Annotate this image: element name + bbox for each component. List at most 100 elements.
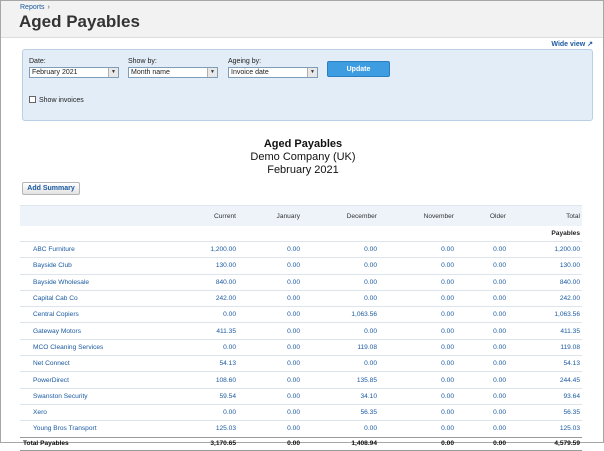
- date-select[interactable]: February 2021 ▼: [29, 67, 119, 78]
- total-cell[interactable]: 411.35: [508, 322, 582, 340]
- november-cell[interactable]: 0.00: [379, 338, 456, 356]
- table-row: Bayside Club 130.00 0.00 0.00 0.00 0.00 130.00: [20, 257, 582, 275]
- contact-name-cell[interactable]: Net Connect: [20, 355, 168, 372]
- december-cell[interactable]: 1,063.56: [302, 306, 379, 323]
- total-cell[interactable]: 54.13: [508, 355, 582, 372]
- total-cell[interactable]: 93.64: [508, 387, 582, 405]
- total-cell[interactable]: 1,200.00: [508, 240, 582, 258]
- november-cell[interactable]: 0.00: [379, 403, 456, 421]
- january-cell[interactable]: 0.00: [238, 420, 302, 438]
- current-cell[interactable]: 1,200.00: [168, 240, 238, 258]
- total-cell[interactable]: 125.03: [508, 420, 582, 438]
- contact-name-cell[interactable]: Xero: [20, 403, 168, 421]
- contact-name-cell[interactable]: ABC Furniture: [20, 240, 168, 258]
- december-cell[interactable]: 0.00: [302, 289, 379, 307]
- column-header-december: December: [302, 205, 379, 226]
- show-invoices-option[interactable]: Show invoices: [29, 96, 84, 104]
- january-cell[interactable]: 0.00: [238, 306, 302, 323]
- column-header-total: Total: [508, 205, 582, 226]
- total-cell[interactable]: 119.08: [508, 338, 582, 356]
- current-cell[interactable]: 125.03: [168, 420, 238, 438]
- contact-name-cell[interactable]: Gateway Motors: [20, 322, 168, 340]
- november-cell[interactable]: 0.00: [379, 240, 456, 258]
- january-cell[interactable]: 0.00: [238, 322, 302, 340]
- contact-name-cell[interactable]: Central Copiers: [20, 306, 168, 323]
- current-cell[interactable]: 0.00: [168, 403, 238, 421]
- december-cell[interactable]: 0.00: [302, 420, 379, 438]
- total-cell[interactable]: 1,063.56: [508, 306, 582, 323]
- current-cell[interactable]: 242.00: [168, 289, 238, 307]
- total-cell[interactable]: 56.35: [508, 403, 582, 421]
- december-cell[interactable]: 119.08: [302, 338, 379, 356]
- december-cell[interactable]: 56.35: [302, 403, 379, 421]
- older-cell[interactable]: 0.00: [456, 306, 508, 323]
- january-cell[interactable]: 0.00: [238, 289, 302, 307]
- january-cell[interactable]: 0.00: [238, 240, 302, 258]
- current-cell[interactable]: 0.00: [168, 338, 238, 356]
- show-by-select[interactable]: Month name ▼: [128, 67, 218, 78]
- update-button[interactable]: Update: [327, 61, 390, 77]
- december-cell[interactable]: 0.00: [302, 322, 379, 340]
- contact-name-cell[interactable]: MCO Cleaning Services: [20, 338, 168, 356]
- november-cell[interactable]: 0.00: [379, 257, 456, 275]
- december-cell[interactable]: 0.00: [302, 257, 379, 275]
- current-cell[interactable]: 54.13: [168, 355, 238, 372]
- show-invoices-checkbox[interactable]: [29, 96, 36, 103]
- older-cell[interactable]: 0.00: [456, 257, 508, 275]
- column-header-november: November: [379, 205, 456, 226]
- december-cell[interactable]: 135.85: [302, 371, 379, 389]
- total-cell[interactable]: 244.45: [508, 371, 582, 389]
- contact-name-cell[interactable]: Swanston Security: [20, 387, 168, 405]
- january-cell[interactable]: 0.00: [238, 273, 302, 291]
- older-cell[interactable]: 0.00: [456, 371, 508, 389]
- current-cell[interactable]: 59.54: [168, 387, 238, 405]
- contact-name-cell[interactable]: Bayside Wholesale: [20, 273, 168, 291]
- older-cell[interactable]: 0.00: [456, 289, 508, 307]
- total-cell[interactable]: 242.00: [508, 289, 582, 307]
- contact-name-cell[interactable]: Capital Cab Co: [20, 289, 168, 307]
- current-cell[interactable]: 0.00: [168, 306, 238, 323]
- december-cell[interactable]: 0.00: [302, 240, 379, 258]
- older-cell[interactable]: 0.00: [456, 387, 508, 405]
- add-summary-button[interactable]: Add Summary: [22, 182, 80, 195]
- older-cell[interactable]: 0.00: [456, 403, 508, 421]
- older-cell[interactable]: 0.00: [456, 322, 508, 340]
- ageing-by-select[interactable]: Invoice date ▼: [228, 67, 318, 78]
- january-cell[interactable]: 0.00: [238, 371, 302, 389]
- january-cell[interactable]: 0.00: [238, 403, 302, 421]
- november-cell[interactable]: 0.00: [379, 387, 456, 405]
- november-cell[interactable]: 0.00: [379, 306, 456, 323]
- wide-view-link[interactable]: Wide view ↗: [551, 40, 593, 48]
- november-cell[interactable]: 0.00: [379, 273, 456, 291]
- current-cell[interactable]: 108.60: [168, 371, 238, 389]
- december-cell[interactable]: 34.10: [302, 387, 379, 405]
- contact-name-cell[interactable]: PowerDirect: [20, 371, 168, 389]
- current-cell[interactable]: 411.35: [168, 322, 238, 340]
- table-row: ABC Furniture 1,200.00 0.00 0.00 0.00 0.00 1,2…: [20, 240, 582, 258]
- december-cell[interactable]: 0.00: [302, 273, 379, 291]
- january-cell[interactable]: 0.00: [238, 338, 302, 356]
- total-cell[interactable]: 130.00: [508, 257, 582, 275]
- current-cell[interactable]: 840.00: [168, 273, 238, 291]
- total-current-cell: 3,170.65: [168, 436, 238, 451]
- older-cell[interactable]: 0.00: [456, 355, 508, 372]
- january-cell[interactable]: 0.00: [238, 387, 302, 405]
- current-cell[interactable]: 130.00: [168, 257, 238, 275]
- november-cell[interactable]: 0.00: [379, 420, 456, 438]
- january-cell[interactable]: 0.00: [238, 257, 302, 275]
- total-cell[interactable]: 840.00: [508, 273, 582, 291]
- older-cell[interactable]: 0.00: [456, 338, 508, 356]
- breadcrumb-reports-link[interactable]: Reports: [20, 4, 45, 11]
- contact-name-cell[interactable]: Young Bros Transport: [20, 420, 168, 438]
- contact-name-cell[interactable]: Bayside Club: [20, 257, 168, 275]
- older-cell[interactable]: 0.00: [456, 420, 508, 438]
- november-cell[interactable]: 0.00: [379, 322, 456, 340]
- november-cell[interactable]: 0.00: [379, 371, 456, 389]
- december-cell[interactable]: 0.00: [302, 355, 379, 372]
- january-cell[interactable]: 0.00: [238, 355, 302, 372]
- november-cell[interactable]: 0.00: [379, 289, 456, 307]
- chevron-down-icon: ▼: [108, 68, 118, 77]
- older-cell[interactable]: 0.00: [456, 240, 508, 258]
- older-cell[interactable]: 0.00: [456, 273, 508, 291]
- november-cell[interactable]: 0.00: [379, 355, 456, 372]
